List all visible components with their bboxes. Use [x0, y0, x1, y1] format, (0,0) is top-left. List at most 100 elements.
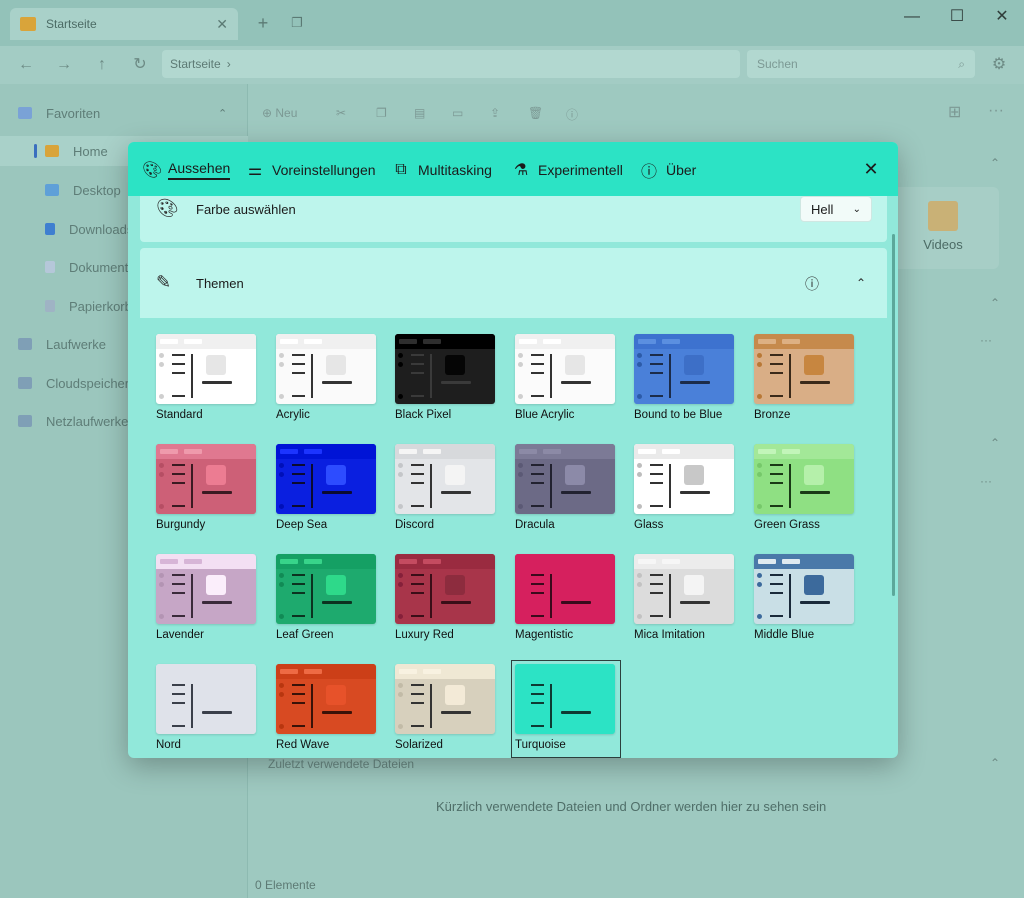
themes-header-card[interactable]: ✎ Themen ⓘ ⌃ [140, 248, 887, 318]
themes-grid: Standard Acrylic Black Pixel Blue Acrylic Bo… [140, 318, 887, 758]
theme-bound-to-be-blue[interactable]: Bound to be Blue [634, 334, 736, 424]
minimize-icon[interactable]: — [890, 6, 934, 28]
theme-name: Nord [156, 739, 181, 751]
chevron-up-icon[interactable]: ⌃ [990, 156, 1000, 170]
more-options-icon[interactable]: ··· [980, 333, 992, 347]
tab-label: Startseite [46, 17, 97, 31]
theme-red-wave[interactable]: Red Wave [276, 664, 378, 754]
share-icon[interactable]: ⇪ [490, 106, 500, 120]
theme-preview [276, 664, 376, 734]
delete-icon[interactable]: 🗑 [528, 106, 543, 120]
theme-middle-blue[interactable]: Middle Blue [754, 554, 856, 644]
theme-dracula[interactable]: Dracula [515, 444, 617, 534]
search-input[interactable]: Suchen ⌕ [747, 50, 975, 78]
duplicate-tab-icon[interactable]: ❐ [286, 12, 308, 34]
new-button[interactable]: ⊕ Neu [262, 106, 297, 120]
close-window-icon[interactable]: ✕ [980, 6, 1024, 28]
theme-preview [156, 334, 256, 404]
layout-icon[interactable]: ⊞ [948, 102, 961, 122]
theme-name: Green Grass [754, 519, 820, 531]
new-tab-icon[interactable]: + [252, 12, 274, 34]
recycle-bin-icon [45, 300, 55, 312]
tab-close-icon[interactable]: ✕ [216, 16, 228, 33]
sidebar-item-favoriten[interactable]: Favoriten ⌃ [0, 98, 248, 128]
close-dialog-icon[interactable]: ✕ [860, 158, 882, 180]
scrollbar[interactable] [892, 234, 895, 596]
rename-icon[interactable]: ▭ [452, 106, 463, 120]
tab-ueber[interactable]: ⓘ Über [640, 158, 696, 182]
theme-acrylic[interactable]: Acrylic [276, 334, 378, 424]
cut-icon[interactable]: ✂ [336, 106, 346, 120]
tab-startseite[interactable]: Startseite ✕ [10, 8, 238, 40]
theme-luxury-red[interactable]: Luxury Red [395, 554, 497, 644]
theme-bronze[interactable]: Bronze [754, 334, 856, 424]
theme-black-pixel[interactable]: Black Pixel [395, 334, 497, 424]
tab-multitasking[interactable]: ⧉ Multitasking [392, 158, 492, 182]
tab-experimentell[interactable]: ⚗ Experimentell [512, 158, 623, 182]
tab-voreinstellungen[interactable]: ⚌ Voreinstellungen [246, 158, 376, 182]
more-options-icon[interactable]: ··· [980, 474, 992, 488]
theme-name: Magentistic [515, 629, 574, 641]
multitasking-icon: ⧉ [395, 161, 407, 178]
theme-deep-sea[interactable]: Deep Sea [276, 444, 378, 534]
breadcrumb[interactable]: Startseite [170, 57, 221, 71]
theme-nord[interactable]: Nord [156, 664, 258, 754]
theme-solarized[interactable]: Solarized [395, 664, 497, 754]
video-folder-icon [928, 201, 958, 231]
new-label: Neu [275, 106, 298, 120]
refresh-icon[interactable]: ↻ [128, 54, 152, 76]
status-bar-count: 0 Elemente [255, 878, 316, 892]
theme-preview [754, 444, 854, 514]
theme-preview [156, 554, 256, 624]
sliders-icon: ⚌ [247, 162, 263, 179]
theme-glass[interactable]: Glass [634, 444, 736, 534]
address-bar[interactable]: Startseite › [162, 50, 740, 78]
theme-mica-imitation[interactable]: Mica Imitation [634, 554, 736, 644]
chevron-up-icon[interactable]: ⌃ [990, 756, 1000, 770]
theme-turquoise[interactable]: Turquoise [511, 660, 621, 758]
copy-icon[interactable]: ❐ [376, 106, 387, 120]
chevron-right-icon: › [226, 57, 231, 71]
theme-green-grass[interactable]: Green Grass [754, 444, 856, 534]
theme-standard[interactable]: Standard [156, 334, 258, 424]
theme-name: Lavender [156, 629, 204, 641]
sidebar-item-label: Papierkorb [69, 298, 132, 314]
theme-name: Dracula [515, 519, 555, 531]
theme-lavender[interactable]: Lavender [156, 554, 258, 644]
sidebar-item-label: Favoriten [46, 105, 101, 121]
theme-preview [634, 334, 734, 404]
chevron-up-icon[interactable]: ⌃ [990, 436, 1000, 450]
search-icon: ⌕ [958, 56, 965, 71]
paste-icon[interactable]: ▤ [414, 106, 425, 120]
theme-leaf-green[interactable]: Leaf Green [276, 554, 378, 644]
info-icon[interactable]: ⓘ [805, 274, 819, 294]
chevron-up-icon[interactable]: ⌃ [990, 296, 1000, 310]
theme-preview [395, 334, 495, 404]
forward-arrow-icon[interactable]: → [52, 54, 76, 76]
more-options-icon[interactable]: ··· [988, 102, 1004, 120]
back-arrow-icon[interactable]: ← [14, 54, 38, 76]
theme-preview [395, 554, 495, 624]
themes-label: Themen [196, 276, 244, 291]
theme-preview [276, 334, 376, 404]
sidebar-item-label: Desktop [73, 182, 121, 198]
chevron-up-icon[interactable]: ⌃ [856, 276, 866, 290]
color-mode-dropdown[interactable]: Hell ⌄ [800, 196, 872, 222]
properties-icon[interactable]: ⓘ [566, 106, 578, 123]
up-arrow-icon[interactable]: ↑ [90, 54, 114, 76]
gear-icon[interactable]: ⚙ [988, 54, 1010, 76]
theme-name: Glass [634, 519, 664, 531]
maximize-icon[interactable]: ☐ [935, 6, 979, 28]
theme-magentistic[interactable]: Magentistic [515, 554, 617, 644]
tab-aussehen[interactable]: 🎨︎ Aussehen [142, 158, 231, 182]
tab-label: Über [666, 162, 697, 178]
theme-discord[interactable]: Discord [395, 444, 497, 534]
folder-videos[interactable]: Videos [887, 187, 999, 269]
folder-label: Videos [923, 237, 963, 252]
theme-burgundy[interactable]: Burgundy [156, 444, 258, 534]
theme-blue-acrylic[interactable]: Blue Acrylic [515, 334, 617, 424]
star-icon [18, 107, 32, 119]
cloud-icon [18, 377, 32, 389]
chevron-up-icon[interactable]: ⌃ [218, 107, 227, 120]
network-drive-icon [18, 415, 32, 427]
